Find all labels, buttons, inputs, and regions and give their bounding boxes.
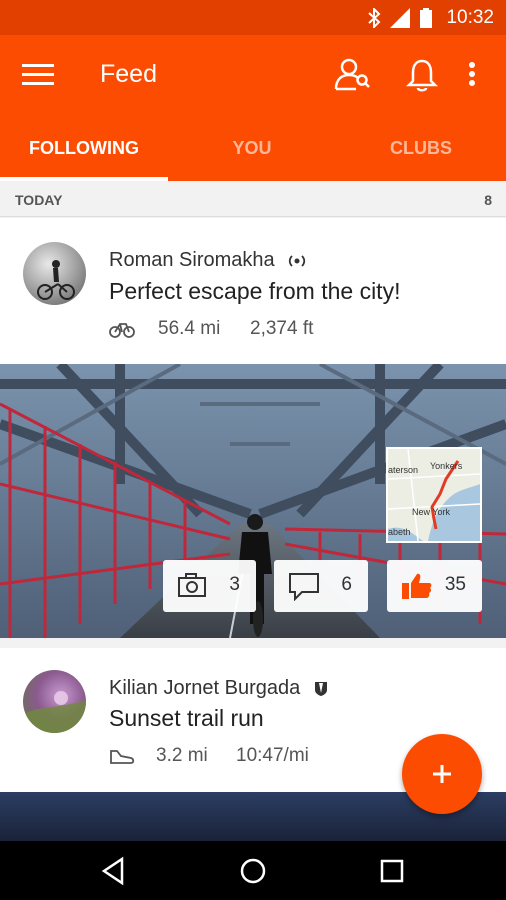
photos-button[interactable]: 3 [163, 560, 256, 612]
home-icon[interactable] [235, 853, 271, 889]
thumbs-up-icon [402, 573, 432, 599]
recents-icon[interactable] [374, 853, 410, 889]
bike-icon [109, 323, 135, 338]
back-icon[interactable] [96, 853, 132, 889]
clock: 10:32 [446, 7, 494, 28]
avatar[interactable] [23, 670, 86, 733]
system-nav-bar [0, 841, 506, 900]
overflow-menu-icon[interactable] [452, 55, 492, 95]
map-image: Yonkers aterson New York abeth [388, 449, 480, 541]
distance-stat: 56.4 mi [158, 318, 221, 339]
avatar-image [23, 691, 86, 733]
app-bar: Feed [0, 35, 506, 115]
activity-title[interactable]: Perfect escape from the city! [109, 278, 400, 305]
activity-stats: 56.4 mi 2,374 ft [109, 318, 409, 342]
elevation-stat: 2,374 ft [250, 318, 314, 339]
pace-stat: 10:47/mi [236, 745, 309, 766]
tab-clubs[interactable]: CLUBS [337, 115, 505, 181]
page-title: Feed [100, 60, 157, 88]
avatar[interactable] [23, 242, 86, 305]
activity-stats: 3.2 mi 10:47/mi [109, 745, 409, 769]
feed-tabs: FOLLOWING YOU CLUBS [0, 115, 506, 181]
summit-icon [314, 681, 327, 696]
section-label: TODAY [15, 192, 63, 208]
kudos-button[interactable]: 35 [387, 560, 482, 612]
notifications-icon[interactable] [402, 55, 442, 95]
cyclist-silhouette-icon [37, 260, 75, 300]
plus-icon [433, 765, 451, 783]
map-label: Yonkers [430, 461, 463, 471]
athlete-name[interactable]: Kilian Jornet Burgada [109, 677, 328, 700]
athlete-name[interactable]: Roman Siromakha [109, 249, 306, 272]
camera-icon [178, 573, 206, 597]
comment-icon [289, 573, 319, 601]
photos-count: 3 [229, 574, 240, 595]
map-label: abeth [388, 527, 411, 537]
comments-count: 6 [341, 574, 352, 595]
run-shoe-icon [110, 750, 135, 764]
device-icon [289, 255, 306, 267]
activity-title[interactable]: Sunset trail run [109, 705, 264, 732]
section-header: TODAY 8 [0, 181, 506, 217]
find-friends-icon[interactable] [332, 55, 372, 95]
add-activity-button[interactable] [402, 734, 482, 814]
kudos-count: 35 [444, 574, 466, 595]
route-map-thumbnail[interactable]: Yonkers aterson New York abeth [386, 447, 482, 543]
map-label: New York [412, 507, 451, 517]
tab-following[interactable]: FOLLOWING [0, 115, 168, 181]
menu-icon[interactable] [22, 61, 54, 89]
bluetooth-icon [368, 8, 381, 28]
battery-icon [420, 8, 432, 28]
distance-stat: 3.2 mi [156, 745, 208, 766]
section-count: 8 [484, 192, 492, 208]
tab-you[interactable]: YOU [168, 115, 336, 181]
activity-card[interactable]: Roman Siromakha Perfect escape from the … [0, 218, 506, 638]
signal-icon [390, 8, 410, 28]
activity-photo[interactable]: Yonkers aterson New York abeth 3 6 35 [0, 364, 506, 638]
comments-button[interactable]: 6 [274, 560, 368, 612]
status-bar: 10:32 [0, 0, 506, 35]
map-label: aterson [388, 465, 418, 475]
